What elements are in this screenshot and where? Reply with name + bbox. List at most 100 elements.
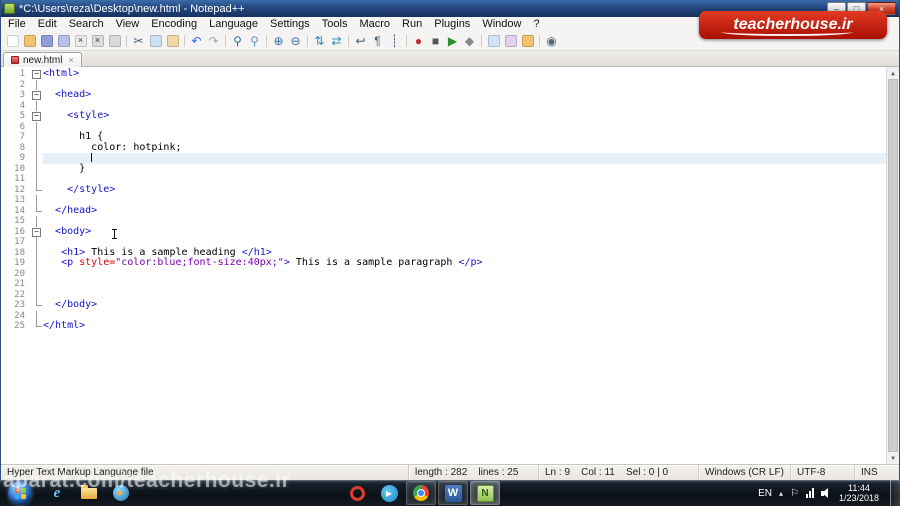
code-text[interactable] — [43, 80, 886, 91]
new-file-icon[interactable] — [4, 32, 21, 49]
code-text[interactable]: color: hotpink; — [43, 142, 886, 154]
status-eol-format[interactable]: Windows (CR LF) — [699, 465, 791, 480]
volume-icon[interactable] — [820, 488, 828, 498]
editor[interactable]: 1− <html> 2 3− <head> 4 5− <style> 6 7 h1 {8 co… — [1, 67, 899, 464]
language-indicator[interactable]: EN — [758, 488, 772, 499]
record-macro-icon[interactable]: ● — [410, 32, 427, 49]
menu-item-language[interactable]: Language — [203, 17, 264, 31]
hidden-icons-chevron-icon[interactable]: ▴ — [779, 489, 783, 498]
code-text[interactable] — [43, 290, 886, 301]
word-icon[interactable]: W — [438, 481, 468, 505]
sync-horizontal-icon[interactable]: ⇄ — [328, 32, 345, 49]
menu-item-edit[interactable]: Edit — [32, 17, 63, 31]
action-center-flag-icon[interactable]: ⚐ — [790, 488, 799, 499]
fold-toggle-icon[interactable]: − — [30, 90, 43, 101]
scroll-down-arrow-icon[interactable]: ▼ — [887, 452, 899, 464]
show-desktop-button[interactable] — [890, 480, 900, 506]
code-text[interactable]: </body> — [43, 299, 886, 311]
save-all-icon[interactable] — [55, 32, 72, 49]
notepadpp-taskbar-icon: N — [476, 484, 494, 502]
fold-toggle-icon[interactable]: − — [30, 227, 43, 238]
chrome-icon[interactable] — [406, 481, 436, 505]
monitoring-icon[interactable]: ◉ — [543, 32, 560, 49]
menu-item-encoding[interactable]: Encoding — [145, 17, 203, 31]
tab-new-html[interactable]: new.html × — [3, 52, 82, 67]
status-encoding[interactable]: UTF-8 — [791, 465, 855, 480]
menu-item-plugins[interactable]: Plugins — [428, 17, 476, 31]
sync-vertical-icon[interactable]: ⇅ — [311, 32, 328, 49]
code-text[interactable] — [43, 269, 886, 280]
save-macro-icon[interactable]: ◆ — [461, 32, 478, 49]
cut-icon[interactable]: ✂ — [130, 32, 147, 49]
code-text[interactable] — [43, 174, 886, 185]
print-icon[interactable] — [106, 32, 123, 49]
code-text[interactable] — [43, 279, 886, 290]
code-text[interactable]: } — [43, 163, 886, 175]
opera-icon[interactable] — [342, 481, 372, 505]
code-text[interactable]: </html> — [43, 320, 886, 332]
cut-icon: ✂ — [133, 33, 144, 48]
paste-icon[interactable] — [164, 32, 181, 49]
clock[interactable]: 11:44 1/23/2018 — [835, 483, 883, 503]
code-text[interactable]: <p style="color:blue;font-size:40px;"> T… — [43, 257, 886, 269]
menu-item-window[interactable]: Window — [476, 17, 527, 31]
scroll-thumb[interactable] — [888, 79, 898, 452]
code-text[interactable] — [43, 311, 886, 322]
code-text[interactable]: </head> — [43, 205, 886, 217]
code-text[interactable]: <head> — [43, 89, 886, 101]
tray-time: 11:44 — [848, 483, 870, 493]
function-list-icon[interactable] — [502, 32, 519, 49]
find-icon[interactable]: ⚲ — [229, 32, 246, 49]
indent-guide-icon[interactable]: ┊ — [386, 32, 403, 49]
fold-toggle-icon[interactable]: − — [30, 111, 43, 122]
play-macro-icon[interactable]: ▶ — [444, 32, 461, 49]
zoom-out-icon[interactable]: ⊖ — [287, 32, 304, 49]
code-text[interactable] — [43, 216, 886, 227]
code-text[interactable]: </style> — [43, 184, 886, 196]
code-text[interactable]: <html> — [43, 68, 886, 80]
folder-as-workspace-icon[interactable] — [519, 32, 536, 49]
close-all-icon[interactable]: × — [89, 32, 106, 49]
menu-item-macro[interactable]: Macro — [353, 17, 396, 31]
tab-close-icon[interactable]: × — [68, 55, 73, 65]
fold-margin — [30, 268, 43, 279]
line-number: 25 — [14, 321, 25, 331]
code-text[interactable]: <style> — [43, 110, 886, 122]
code-text[interactable]: <body> — [43, 226, 886, 238]
save-macro-icon: ◆ — [464, 33, 475, 48]
menu-item-file[interactable]: File — [2, 17, 32, 31]
close-file-icon[interactable]: × — [72, 32, 89, 49]
menu-item-help[interactable]: ? — [527, 17, 545, 31]
menu-item-search[interactable]: Search — [63, 17, 110, 31]
open-file-icon — [23, 34, 36, 47]
menu-item-run[interactable]: Run — [396, 17, 428, 31]
vertical-scrollbar[interactable]: ▲ ▼ — [886, 67, 899, 464]
network-icon[interactable] — [805, 488, 814, 498]
undo-icon[interactable]: ↶ — [188, 32, 205, 49]
redo-icon[interactable]: ↷ — [205, 32, 222, 49]
menu-item-view[interactable]: View — [110, 17, 146, 31]
telegram-icon[interactable]: ▶ — [374, 481, 404, 505]
code-text[interactable] — [43, 101, 886, 112]
menu-item-tools[interactable]: Tools — [316, 17, 354, 31]
stop-macro-icon[interactable]: ■ — [427, 32, 444, 49]
copy-icon[interactable] — [147, 32, 164, 49]
editor-line-12: 12 </style> — [1, 184, 886, 196]
editor-line-25: 25 </html> — [1, 320, 886, 332]
word-wrap-icon[interactable]: ↩ — [352, 32, 369, 49]
code-text[interactable] — [43, 153, 886, 164]
code-text[interactable] — [43, 195, 886, 206]
save-icon[interactable] — [38, 32, 55, 49]
replace-icon[interactable]: ⚲ — [246, 32, 263, 49]
show-all-characters-icon[interactable]: ¶ — [369, 32, 386, 49]
menu-item-settings[interactable]: Settings — [264, 17, 316, 31]
scroll-up-arrow-icon[interactable]: ▲ — [887, 67, 899, 79]
code-text[interactable] — [43, 122, 886, 133]
play-macro-icon: ▶ — [447, 33, 458, 48]
document-map-icon[interactable] — [485, 32, 502, 49]
fold-toggle-icon[interactable]: − — [30, 69, 43, 80]
status-insert-mode[interactable]: INS — [855, 465, 899, 480]
open-file-icon[interactable] — [21, 32, 38, 49]
notepadpp-taskbar-icon[interactable]: N — [470, 481, 500, 505]
zoom-in-icon[interactable]: ⊕ — [270, 32, 287, 49]
